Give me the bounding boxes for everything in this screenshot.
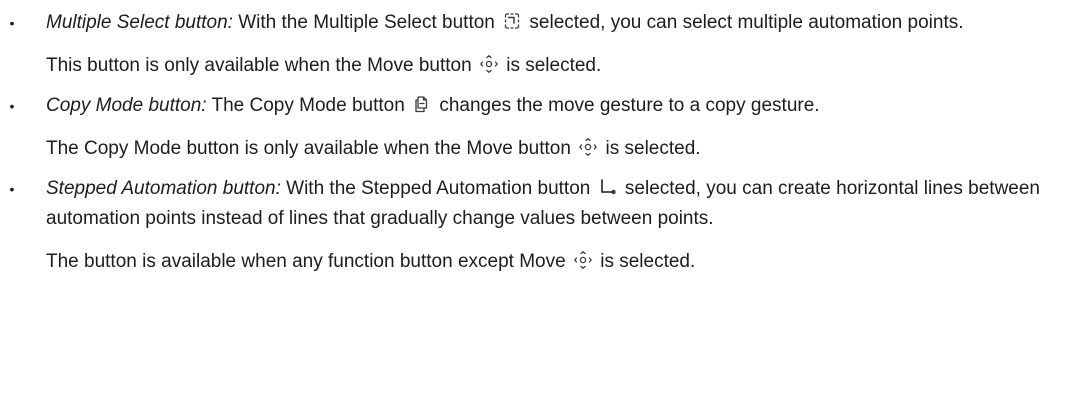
note-text-after-icon: is selected. [594,251,696,272]
item-text-before-icon: The Copy Mode button [206,95,411,116]
list-item-stepped-automation: • Stepped Automation button: With the St… [0,174,1078,277]
list-item-multiple-select: • Multiple Select button: With the Multi… [0,8,1078,81]
note-text-after-icon: is selected. [500,55,602,76]
note-text-before-icon: This button is only available when the M… [46,55,477,76]
bullet: • [9,181,15,197]
item-text-after-icon: changes the move gesture to a copy gestu… [434,95,820,116]
move-icon [578,137,598,157]
item-note: This button is only available when the M… [46,51,1058,81]
bullet: • [9,98,15,114]
move-icon [479,54,499,74]
item-text-before-icon: With the Stepped Automation button [280,178,596,199]
copy-mode-icon [412,94,432,114]
bullet: • [9,15,15,31]
item-text-after-icon: selected, you can select multiple automa… [524,12,964,33]
item-term: Copy Mode button: [46,95,207,116]
note-text-before-icon: The Copy Mode button is only available w… [46,138,577,159]
item-note: The Copy Mode button is only available w… [46,134,1058,164]
stepped-automation-icon [598,177,618,197]
feature-list: • Multiple Select button: With the Multi… [0,8,1078,287]
item-term: Multiple Select button: [46,12,233,33]
move-icon [573,250,593,270]
note-text-before-icon: The button is available when any functio… [46,251,571,272]
list-item-copy-mode: • Copy Mode button: The Copy Mode button… [0,91,1078,164]
item-term: Stepped Automation button: [46,178,281,199]
note-text-after-icon: is selected. [600,138,701,159]
item-description: Copy Mode button: The Copy Mode button c… [46,91,1058,121]
item-description: Multiple Select button: With the Multipl… [46,8,1058,38]
item-description: Stepped Automation button: With the Step… [46,174,1058,234]
item-note: The button is available when any functio… [46,247,1058,277]
multiple-select-icon [502,11,522,31]
item-text-before-icon: With the Multiple Select button [232,12,501,33]
